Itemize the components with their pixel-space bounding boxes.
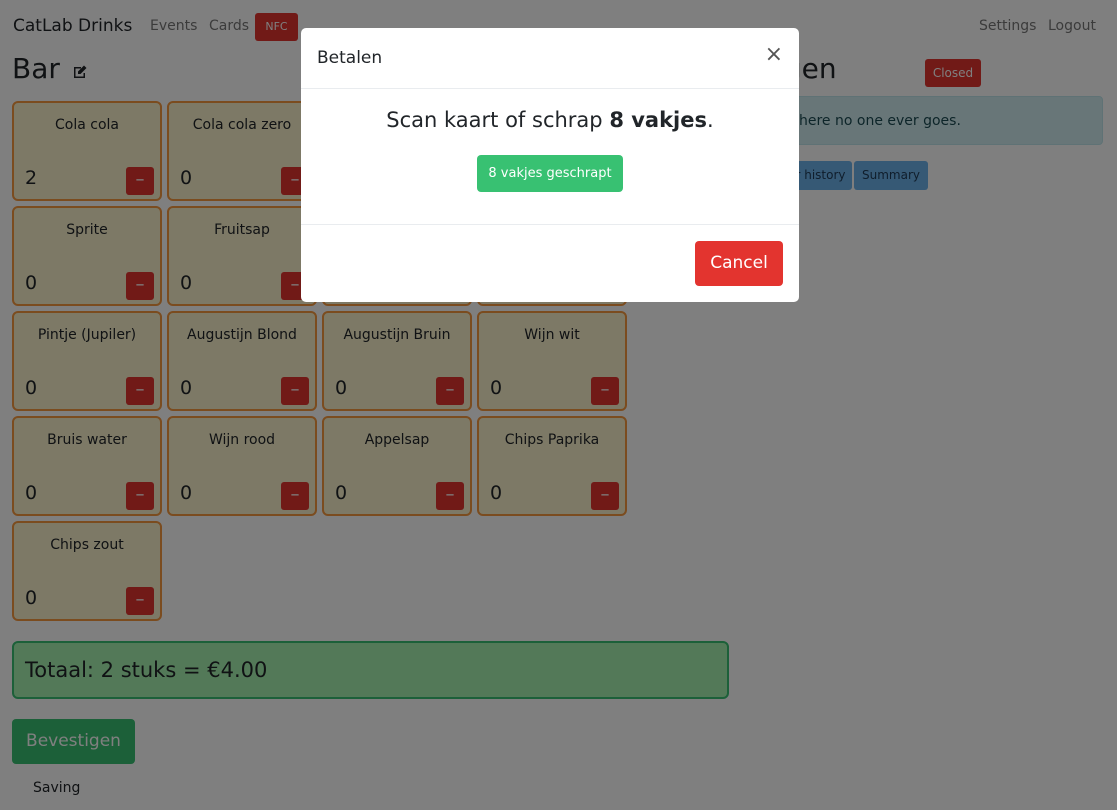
modal-header: Betalen × xyxy=(301,28,799,89)
modal-text-prefix: Scan kaart of schrap xyxy=(386,108,610,132)
modal-text-suffix: . xyxy=(707,108,714,132)
modal-title: Betalen xyxy=(317,48,383,68)
modal-footer: Cancel xyxy=(301,224,799,302)
cancel-button[interactable]: Cancel xyxy=(695,241,783,286)
modal-text-strong: 8 vakjes xyxy=(609,108,708,132)
modal-instruction: Scan kaart of schrap 8 vakjes. xyxy=(301,108,799,132)
scratched-button[interactable]: 8 vakjes geschrapt xyxy=(477,155,623,192)
close-icon[interactable]: × xyxy=(765,42,783,67)
payment-modal: Betalen × Scan kaart of schrap 8 vakjes.… xyxy=(301,28,799,302)
